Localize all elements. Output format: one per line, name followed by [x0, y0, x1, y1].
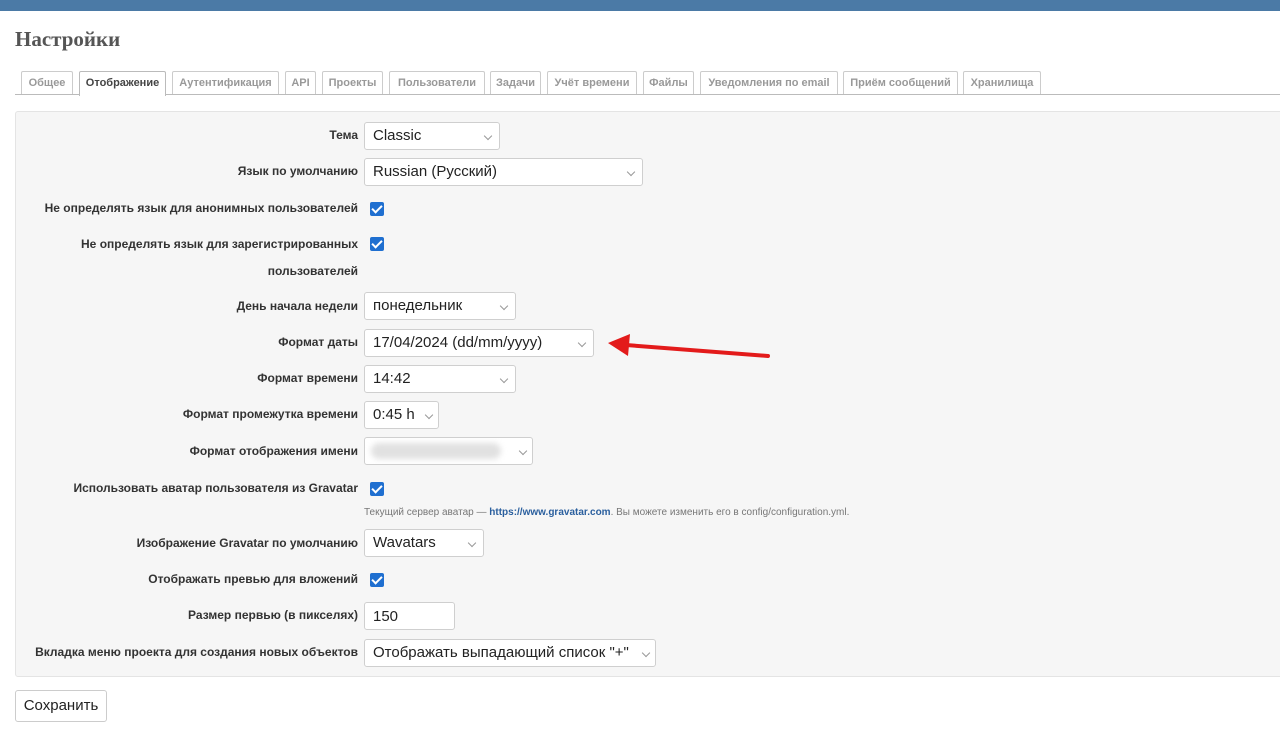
- new-item-menu-label: Вкладка меню проекта для создания новых …: [35, 645, 358, 659]
- theme-select[interactable]: Classic: [364, 122, 500, 150]
- time-format-select[interactable]: 14:42: [364, 365, 516, 393]
- save-button[interactable]: Сохранить: [15, 690, 107, 722]
- tab-repositories[interactable]: Хранилища: [963, 71, 1041, 94]
- new-item-menu-select-value: Отображать выпадающий список "+": [373, 644, 629, 661]
- thumbnails-enabled-checkbox[interactable]: [370, 573, 384, 587]
- week-start-select[interactable]: понедельник: [364, 292, 516, 320]
- user-name-format-select[interactable]: [364, 437, 533, 465]
- no-lang-registered-label: Не определять язык для зарегистрированны…: [81, 237, 358, 251]
- theme-label: Тема: [329, 128, 358, 142]
- chevron-down-icon: [518, 446, 528, 456]
- tab-incoming-emails[interactable]: Приём сообщений: [843, 71, 958, 94]
- gravatar-default-label: Изображение Gravatar по умолчанию: [136, 536, 358, 550]
- tabs-divider: [15, 94, 1280, 95]
- thumbnails-size-label: Размер первью (в пикселях): [188, 608, 358, 622]
- no-lang-anonymous-label: Не определять язык для анонимных пользов…: [44, 201, 358, 215]
- gravatar-default-select[interactable]: Wavatars: [364, 529, 484, 557]
- gravatar-enabled-checkbox[interactable]: [370, 482, 384, 496]
- tab-authentication[interactable]: Аутентификация: [172, 71, 279, 94]
- settings-tabs: Общее Отображение Аутентификация API Про…: [0, 71, 1280, 96]
- gravatar-hint-suffix: . Вы можете изменить его в config/config…: [610, 507, 850, 518]
- tab-users[interactable]: Пользователи: [389, 71, 485, 94]
- chevron-down-icon: [499, 374, 509, 384]
- gravatar-default-select-value: Wavatars: [373, 534, 436, 551]
- week-start-label: День начала недели: [236, 299, 358, 313]
- thumbnails-enabled-label: Отображать превью для вложений: [148, 572, 358, 586]
- default-language-label: Язык по умолчанию: [237, 164, 358, 178]
- redacted-value: [371, 443, 501, 459]
- gravatar-enabled-label: Использовать аватар пользователя из Grav…: [73, 481, 358, 495]
- timespan-format-label: Формат промежутка времени: [182, 407, 358, 421]
- user-name-format-label: Формат отображения имени: [189, 444, 358, 458]
- no-lang-registered-checkbox[interactable]: [370, 237, 384, 251]
- page-title: Настройки: [15, 27, 121, 51]
- chevron-down-icon: [467, 538, 477, 548]
- chevron-down-icon: [577, 338, 587, 348]
- tab-files[interactable]: Файлы: [643, 71, 694, 94]
- default-language-select-value: Russian (Русский): [373, 163, 498, 180]
- no-lang-anonymous-checkbox[interactable]: [370, 202, 384, 216]
- tab-email-notifications[interactable]: Уведомления по email: [700, 71, 838, 94]
- chevron-down-icon: [626, 167, 636, 177]
- week-start-select-value: понедельник: [373, 297, 463, 314]
- tab-general[interactable]: Общее: [21, 71, 73, 94]
- theme-select-value: Classic: [373, 127, 422, 144]
- new-item-menu-select[interactable]: Отображать выпадающий список "+": [364, 639, 656, 667]
- tab-time-tracking[interactable]: Учёт времени: [547, 71, 637, 94]
- timespan-format-select[interactable]: 0:45 h: [364, 401, 439, 429]
- tab-display[interactable]: Отображение: [79, 71, 166, 96]
- chevron-down-icon: [499, 301, 509, 311]
- chevron-down-icon: [483, 131, 493, 141]
- gravatar-hint-prefix: Текущий сервер аватар —: [364, 507, 490, 518]
- gravatar-hint: Текущий сервер аватар — https://www.grav…: [364, 507, 849, 518]
- settings-panel: [15, 111, 1280, 677]
- chevron-down-icon: [424, 410, 434, 420]
- gravatar-server-link[interactable]: https://www.gravatar.com: [489, 507, 610, 518]
- timespan-format-select-value: 0:45 h: [373, 406, 415, 423]
- time-format-select-value: 14:42: [373, 370, 411, 387]
- tab-issues[interactable]: Задачи: [490, 71, 541, 94]
- top-bar: [0, 0, 1280, 11]
- tab-api[interactable]: API: [285, 71, 316, 94]
- no-lang-registered-label-continuation: пользователей: [267, 264, 358, 278]
- tab-projects[interactable]: Проекты: [322, 71, 383, 94]
- date-format-select[interactable]: 17/04/2024 (dd/mm/yyyy): [364, 329, 594, 357]
- time-format-label: Формат времени: [257, 371, 358, 385]
- thumbnails-size-input[interactable]: [364, 602, 455, 630]
- default-language-select[interactable]: Russian (Русский): [364, 158, 643, 186]
- chevron-down-icon: [641, 648, 651, 658]
- date-format-label: Формат даты: [278, 335, 358, 349]
- date-format-select-value: 17/04/2024 (dd/mm/yyyy): [373, 334, 543, 351]
